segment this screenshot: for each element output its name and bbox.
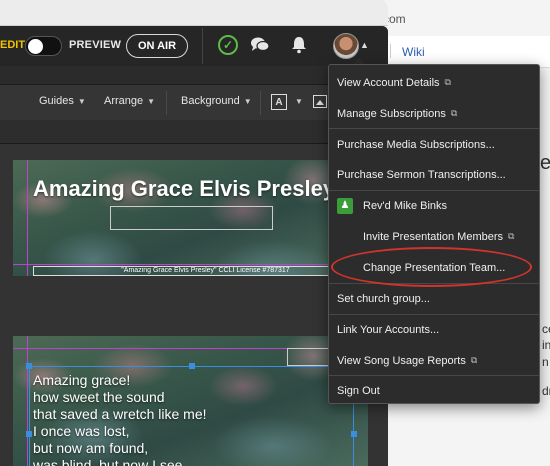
external-link-icon: ⧉ (444, 77, 451, 87)
on-air-button[interactable]: ON AIR (126, 34, 188, 58)
lyrics-text: Amazing grace! how sweet the sound that … (33, 372, 207, 466)
menu-item-label: Invite Presentation Members (363, 230, 504, 243)
slide-1[interactable]: Amazing Grace Elvis Presley "Amazing Gra… (13, 160, 368, 276)
window-titlebar[interactable] (0, 0, 388, 26)
menu-item-label: Manage Subscriptions (337, 107, 446, 120)
resize-handle[interactable] (351, 431, 357, 437)
guides-menu[interactable]: Guides ▼ (39, 95, 86, 107)
avatar[interactable] (333, 33, 359, 59)
text-box[interactable] (110, 206, 273, 230)
resize-handle[interactable] (189, 363, 195, 369)
external-link-icon: ⧉ (470, 355, 478, 365)
menu-item-label: Sign Out (337, 384, 380, 397)
person-icon: ♟ (337, 197, 353, 214)
arrange-label: Arrange (104, 95, 144, 107)
menu-item-label: Link Your Accounts... (337, 323, 440, 336)
caret-down-icon: ▼ (243, 97, 252, 106)
background-menu[interactable]: Background ▼ (181, 95, 252, 107)
ccli-license-text[interactable]: "Amazing Grace Elvis Presley" CCLI Licen… (33, 266, 368, 276)
purchase-sermon-transcriptions-item[interactable]: Purchase Sermon Transcriptions... (329, 159, 539, 190)
background-text: ce (542, 322, 550, 336)
guide-line (13, 264, 368, 265)
bell-icon[interactable] (291, 36, 307, 54)
toggle-knob (28, 39, 43, 54)
lyric-line: was blind, but now I see. (33, 457, 187, 466)
text-icon[interactable]: A (271, 94, 287, 110)
background-label: Background (181, 95, 240, 107)
external-link-icon: ⧉ (450, 108, 458, 118)
external-link-icon: ⧉ (508, 231, 515, 241)
caret-down-icon[interactable]: ▼ (295, 97, 303, 106)
view-song-usage-reports-item[interactable]: View Song Usage Reports ⧉ (329, 345, 539, 376)
highlight-ring (331, 247, 532, 287)
edit-preview-toggle[interactable] (25, 36, 62, 56)
menu-item-label: Purchase Media Subscriptions... (337, 138, 495, 151)
menu-item-label: Purchase Sermon Transcriptions... (337, 168, 506, 181)
menu-item-label: View Account Details (337, 76, 440, 89)
divider (166, 91, 167, 115)
background-text: e (540, 152, 550, 174)
guide-line (27, 336, 28, 466)
menu-item-label: View Song Usage Reports (337, 354, 466, 367)
purchase-media-subscriptions-item[interactable]: Purchase Media Subscriptions... (329, 129, 539, 160)
background-text: n (542, 355, 549, 369)
team-owner-item: ♟ Rev'd Mike Binks (329, 190, 539, 221)
background-text: in (542, 338, 550, 352)
resize-handle[interactable] (26, 363, 32, 369)
arrange-menu[interactable]: Arrange ▼ (104, 95, 155, 107)
guides-label: Guides (39, 95, 74, 107)
divider (390, 44, 391, 58)
image-icon[interactable] (313, 95, 327, 108)
chat-icon[interactable] (250, 36, 270, 54)
slide-title[interactable]: Amazing Grace Elvis Presley (33, 176, 335, 202)
menu-item-label: Rev'd Mike Binks (363, 199, 448, 212)
sign-out-item[interactable]: Sign Out (329, 375, 539, 406)
preview-label[interactable]: PREVIEW (69, 39, 121, 51)
link-your-accounts-item[interactable]: Link Your Accounts... (329, 314, 539, 345)
check-circle-icon[interactable]: ✓ (218, 35, 238, 55)
lyric-line: but now am found, (33, 440, 149, 456)
lyric-line: that saved a wretch like me! (33, 406, 207, 422)
edit-label[interactable]: EDIT (0, 39, 25, 51)
view-account-details-item[interactable]: View Account Details ⧉ (329, 67, 539, 98)
set-church-group-item[interactable]: Set church group... (329, 283, 539, 314)
wiki-link[interactable]: Wiki (402, 45, 425, 59)
caret-down-icon: ▼ (147, 97, 156, 106)
lyric-line: how sweet the sound (33, 389, 165, 405)
top-bar: EDIT PREVIEW ON AIR ✓ ▲ (0, 26, 388, 66)
caret-down-icon: ▼ (77, 97, 86, 106)
slide-2[interactable]: Amazing grace! how sweet the sound that … (13, 336, 368, 466)
resize-handle[interactable] (26, 431, 32, 437)
account-menu: View Account Details ⧉ Manage Subscriptio… (328, 64, 540, 404)
lyric-line: Amazing grace! (33, 372, 131, 388)
background-text: dr (542, 384, 550, 398)
divider (202, 28, 203, 64)
manage-subscriptions-item[interactable]: Manage Subscriptions ⧉ (329, 98, 539, 129)
guide-line (27, 160, 28, 276)
screen: com Wiki e ce in n dr EDIT PREVIEW ON AI… (0, 0, 550, 466)
menu-item-label: Set church group... (337, 292, 430, 305)
divider (260, 91, 261, 115)
lyric-line: I once was lost, (33, 423, 130, 439)
chevron-down-icon[interactable]: ▲ (360, 40, 369, 50)
